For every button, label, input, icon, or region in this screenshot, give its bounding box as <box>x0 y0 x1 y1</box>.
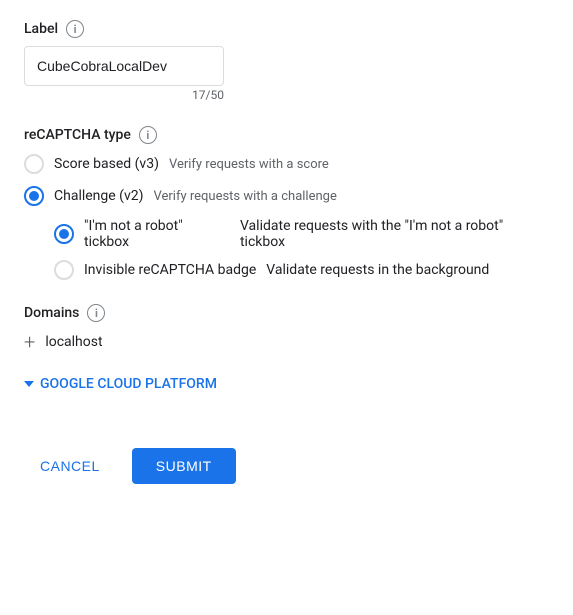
radio-label-score-based: Score based (v3) <box>54 156 159 172</box>
radio-option-challenge-v2[interactable]: Challenge (v2) Verify requests with a ch… <box>24 186 549 206</box>
radio-label-challenge-v2: Challenge (v2) <box>54 188 143 204</box>
domains-heading: Domains i <box>24 304 549 322</box>
submit-button[interactable]: SUBMIT <box>132 448 236 484</box>
radio-desc-invisible-badge: Validate requests in the background <box>266 262 489 278</box>
radio-desc-score-based: Verify requests with a score <box>169 157 329 172</box>
label-input-wrapper: 17/50 <box>24 46 549 102</box>
radio-option-score-based[interactable]: Score based (v3) Verify requests with a … <box>24 154 549 174</box>
label-title: Label <box>24 21 58 37</box>
add-domain-icon[interactable]: + <box>24 332 35 352</box>
recaptcha-heading: reCAPTCHA type i <box>24 126 549 144</box>
domains-info-icon[interactable]: i <box>87 304 105 322</box>
footer-buttons: CANCEL SUBMIT <box>24 432 549 484</box>
domains-title: Domains <box>24 305 79 321</box>
chevron-down-icon <box>24 381 34 387</box>
recaptcha-section: reCAPTCHA type i Score based (v3) Verify… <box>24 126 549 280</box>
radio-circle-invisible-badge[interactable] <box>54 260 74 280</box>
recaptcha-info-icon[interactable]: i <box>139 126 157 144</box>
domains-add-row[interactable]: + localhost <box>24 332 549 352</box>
gcp-link[interactable]: GOOGLE CLOUD PLATFORM <box>24 376 549 392</box>
radio-desc-challenge-v2: Verify requests with a challenge <box>153 189 336 204</box>
char-count: 17/50 <box>24 88 224 102</box>
recaptcha-radio-group: Score based (v3) Verify requests with a … <box>24 154 549 280</box>
radio-circle-not-a-robot[interactable] <box>54 224 74 244</box>
radio-desc-not-a-robot: Validate requests with the "I'm not a ro… <box>240 218 549 250</box>
label-input[interactable] <box>24 46 224 86</box>
label-section: Label i 17/50 <box>24 20 549 102</box>
radio-label-invisible-badge: Invisible reCAPTCHA badge <box>84 262 256 278</box>
radio-label-not-a-robot: "I'm not a robot" tickbox <box>84 218 230 250</box>
label-heading: Label i <box>24 20 549 38</box>
domains-section: Domains i + localhost <box>24 304 549 352</box>
radio-circle-challenge-v2[interactable] <box>24 186 44 206</box>
radio-circle-score-based[interactable] <box>24 154 44 174</box>
sub-options-group: "I'm not a robot" tickbox Validate reque… <box>54 218 549 280</box>
gcp-section: GOOGLE CLOUD PLATFORM <box>24 376 549 392</box>
domain-value: localhost <box>45 334 102 350</box>
cancel-button[interactable]: CANCEL <box>24 450 116 482</box>
radio-option-not-a-robot[interactable]: "I'm not a robot" tickbox Validate reque… <box>54 218 549 250</box>
label-info-icon[interactable]: i <box>66 20 84 38</box>
gcp-link-text: GOOGLE CLOUD PLATFORM <box>40 376 217 392</box>
recaptcha-title: reCAPTCHA type <box>24 127 131 143</box>
radio-option-invisible-badge[interactable]: Invisible reCAPTCHA badge Validate reque… <box>54 260 549 280</box>
